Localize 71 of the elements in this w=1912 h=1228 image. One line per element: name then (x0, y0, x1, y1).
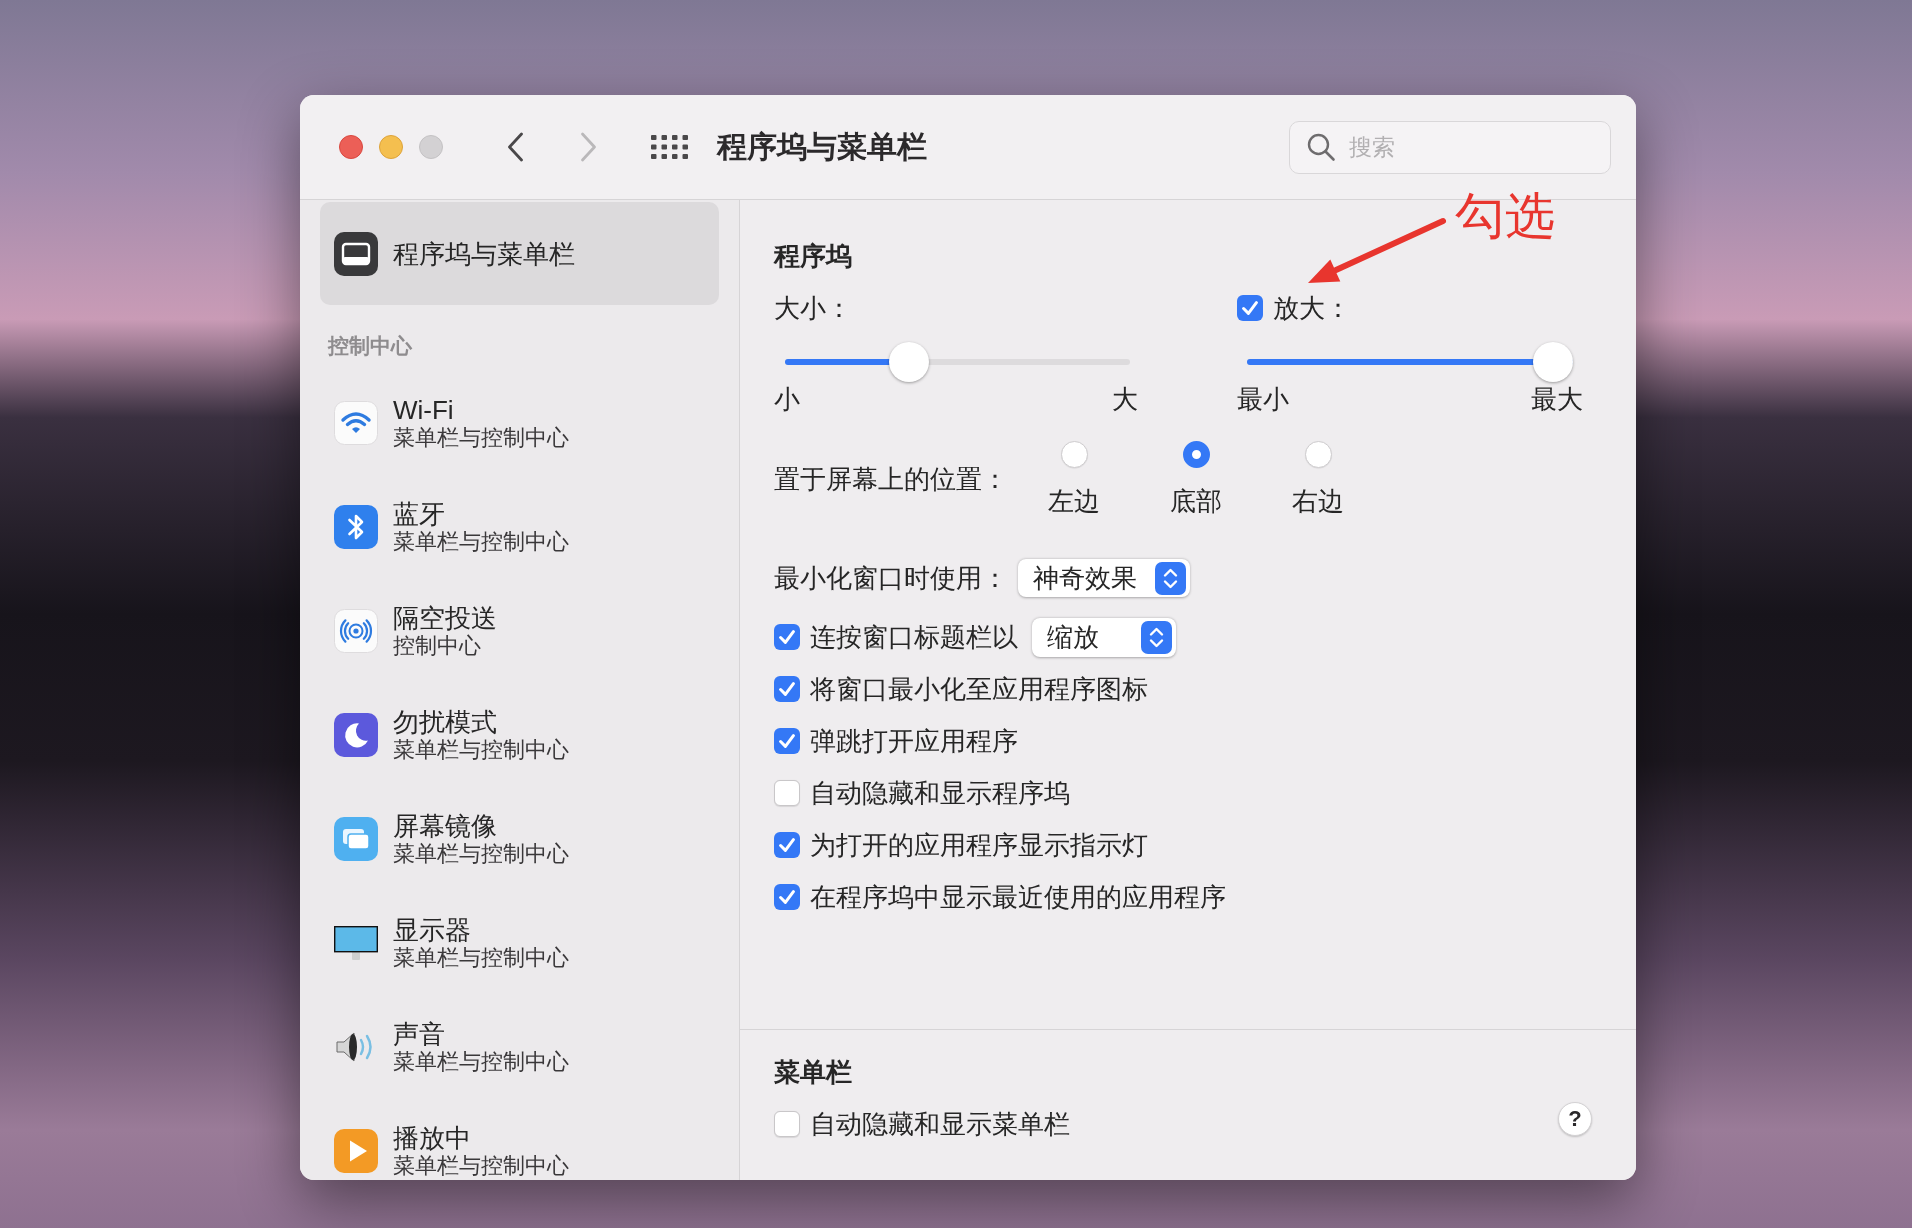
grid-icon[interactable] (651, 135, 688, 159)
window-title: 程序坞与菜单栏 (717, 129, 927, 165)
popup-button[interactable]: 神奇效果 (1018, 559, 1190, 597)
wifi-icon (334, 401, 378, 445)
checkbox-label: 自动隐藏和显示菜单栏 (810, 1109, 1070, 1139)
radio-button[interactable] (1304, 441, 1332, 468)
sidebar-item[interactable]: 声音 菜单栏与控制中心 (320, 995, 719, 1099)
checkmark-icon (779, 734, 795, 748)
annotation-text: 勾选 (1455, 187, 1555, 246)
checkmark-icon (779, 630, 795, 644)
broadcast-rings-icon (334, 609, 378, 653)
radio-button[interactable] (1182, 441, 1210, 468)
sidebar-item[interactable]: 显示器 菜单栏与控制中心 (320, 891, 719, 995)
checkbox-label: 为打开的应用程序显示指示灯 (810, 830, 1148, 860)
checkbox[interactable] (774, 624, 800, 650)
play-icon (334, 1129, 378, 1173)
section-heading: 程序坞 (774, 241, 852, 271)
radio-label: 左边 (1048, 486, 1100, 516)
sidebar-item[interactable]: 隔空投送 控制中心 (320, 579, 719, 683)
sidebar-item[interactable]: 屏幕镜像 菜单栏与控制中心 (320, 787, 719, 891)
slider-min-label: 小 (774, 386, 800, 412)
bluetooth-icon (334, 505, 378, 549)
slider-track[interactable] (1247, 342, 1573, 382)
dock-icon (334, 231, 378, 276)
checkbox[interactable] (774, 780, 800, 806)
section-heading: 菜单栏 (774, 1057, 852, 1087)
sidebar-item[interactable]: Wi-Fi 菜单栏与控制中心 (320, 371, 719, 475)
help-button[interactable]: ? (1558, 1102, 1592, 1136)
checkbox[interactable] (774, 676, 800, 702)
sidebar-item[interactable]: 蓝牙 菜单栏与控制中心 (320, 475, 719, 579)
section-heading: 控制中心 (326, 333, 413, 359)
popup-button[interactable]: 缩放 (1032, 617, 1176, 657)
back-chevron-icon[interactable] (507, 132, 524, 162)
checkbox-label: 自动隐藏和显示程序坞 (810, 778, 1070, 808)
checkmark-icon (1242, 301, 1258, 315)
checkbox-label: 连按窗口标题栏以 (810, 622, 1018, 652)
sidebar-item[interactable]: 播放中 菜单栏与控制中心 (320, 1099, 719, 1180)
field-label: 置于屏幕上的位置： (774, 463, 1009, 494)
checkbox[interactable] (774, 832, 800, 858)
radio-label: 底部 (1170, 486, 1222, 516)
slider-thumb[interactable] (888, 342, 929, 382)
moon-icon (334, 713, 378, 757)
checkmark-icon (779, 890, 795, 904)
slider-max-label: 大 (1112, 386, 1138, 412)
monitor-icon (334, 926, 378, 960)
checkbox[interactable] (774, 1111, 800, 1137)
slider-thumb[interactable] (1533, 342, 1573, 382)
radio-button[interactable] (1060, 441, 1088, 468)
slider-max-label: 最大 (1531, 386, 1583, 412)
stepper-icon (1155, 561, 1186, 595)
field-label: 最小化窗口时使用： (774, 563, 1008, 593)
slider-label: 大小： (774, 293, 852, 323)
close-button[interactable] (339, 135, 363, 159)
checkbox-label: 弹跳打开应用程序 (810, 726, 1018, 756)
slider-min-label: 最小 (1237, 386, 1289, 412)
radio-label: 右边 (1292, 486, 1344, 516)
checkmark-icon (779, 838, 795, 852)
sidebar-item[interactable]: 勿扰模式 菜单栏与控制中心 (320, 683, 719, 787)
checkbox[interactable] (1237, 295, 1263, 321)
slider-track[interactable] (785, 342, 1130, 382)
checkbox[interactable] (774, 884, 800, 910)
stepper-icon (1141, 620, 1172, 654)
search-icon (1306, 131, 1336, 162)
checkbox-label: 将窗口最小化至应用程序图标 (810, 674, 1148, 704)
sidebar-item[interactable]: 程序坞与菜单栏 (320, 202, 719, 305)
checkbox[interactable] (774, 728, 800, 754)
checkbox-label: 放大： (1273, 293, 1351, 323)
overlapping-windows-icon (334, 817, 378, 861)
checkmark-icon (779, 682, 795, 696)
checkbox-label: 在程序坞中显示最近使用的应用程序 (810, 882, 1226, 912)
search-field[interactable]: 搜索 (1289, 120, 1611, 174)
